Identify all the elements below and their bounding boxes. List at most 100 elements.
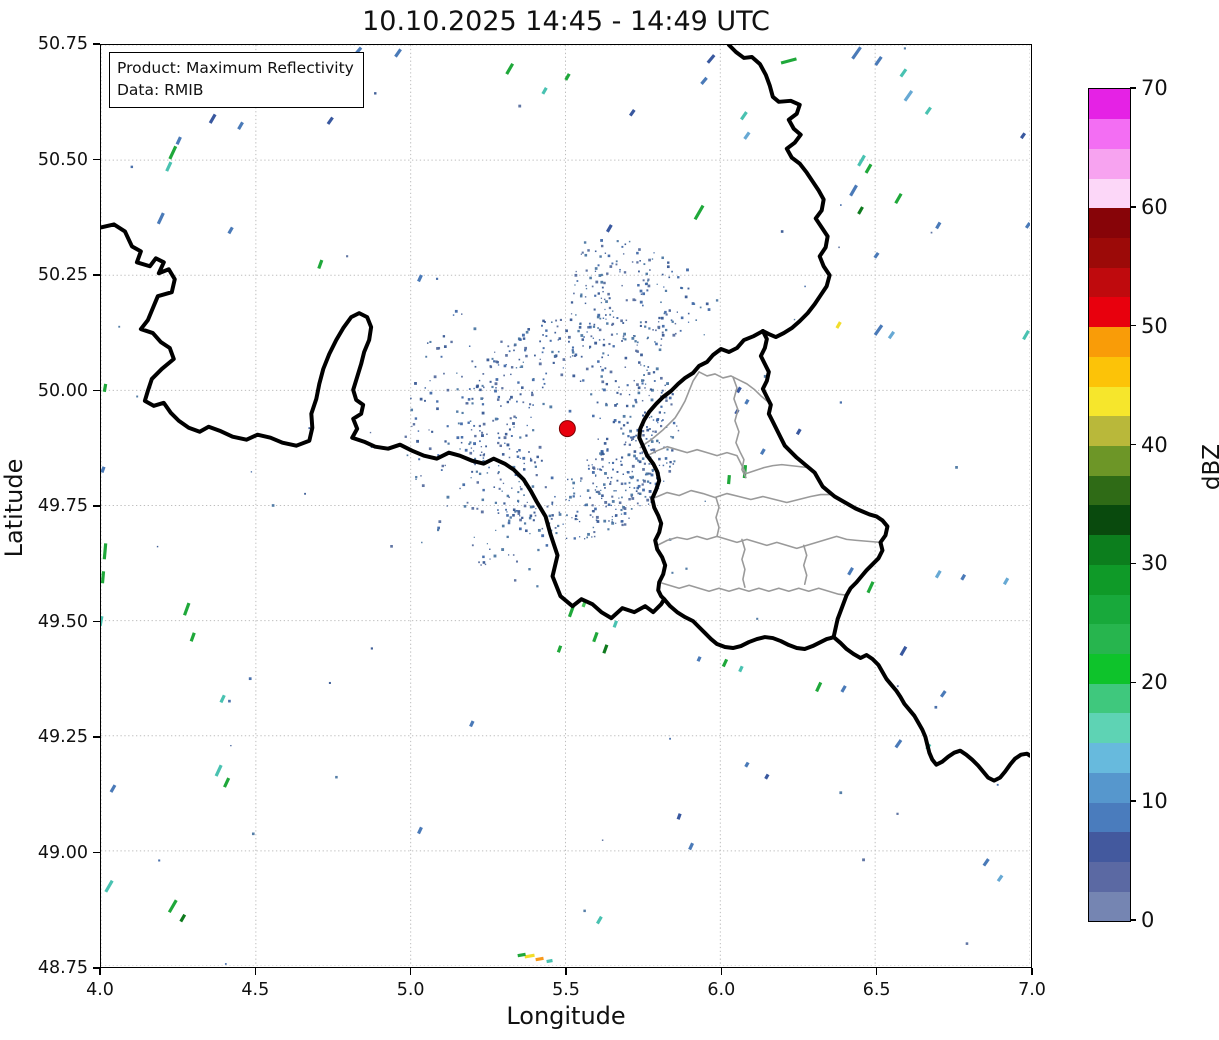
- clutter-dot: [543, 382, 546, 385]
- clutter-dot: [663, 411, 666, 414]
- clutter-dot: [660, 376, 663, 380]
- clutter-dot: [665, 313, 668, 316]
- clutter-dot: [661, 273, 664, 276]
- clutter-dot: [468, 388, 471, 390]
- clutter-dot: [578, 326, 582, 329]
- clutter-dot: [541, 534, 545, 538]
- clutter-dot: [519, 486, 521, 488]
- clutter-dot: [608, 306, 612, 310]
- clutter-dot: [594, 250, 597, 253]
- clutter-dot: [628, 393, 631, 396]
- clutter-dot: [618, 386, 620, 388]
- echo-streak: [873, 324, 884, 336]
- clutter-dot: [456, 436, 460, 440]
- clutter-dot: [646, 428, 650, 432]
- clutter-dot: [930, 231, 933, 234]
- clutter-dot: [705, 302, 709, 306]
- clutter-dot: [554, 331, 557, 334]
- clutter-dot: [656, 439, 659, 443]
- clutter-dot: [610, 333, 614, 336]
- clutter-dot: [623, 512, 627, 515]
- clutter-dot: [606, 476, 609, 479]
- clutter-dot: [660, 424, 663, 428]
- canton-border: [656, 535, 882, 550]
- clutter-dot: [468, 345, 471, 347]
- clutter-dot: [658, 411, 661, 414]
- clutter-dot: [578, 520, 581, 523]
- echo-streak: [744, 761, 750, 768]
- clutter-dot: [437, 529, 440, 532]
- clutter-dot: [669, 737, 671, 740]
- echo-streak: [208, 113, 217, 124]
- clutter-dot: [591, 365, 594, 368]
- clutter-dot: [548, 514, 552, 518]
- clutter-dot: [628, 240, 631, 243]
- clutter-dot: [531, 485, 535, 488]
- clutter-dot: [471, 397, 474, 400]
- x-tick-mark: [409, 968, 412, 975]
- clutter-dot: [506, 400, 510, 404]
- y-tick-label: 49.25: [37, 727, 88, 747]
- colorbar-segment: [1089, 683, 1130, 714]
- clutter-dot: [600, 497, 603, 500]
- echo-streak: [535, 956, 544, 962]
- clutter-dot: [647, 503, 650, 505]
- clutter-dot: [642, 414, 645, 417]
- clutter-dot: [595, 474, 597, 476]
- clutter-dot: [493, 554, 497, 558]
- clutter-dot: [497, 465, 500, 467]
- clutter-dot: [671, 270, 673, 273]
- clutter-dot: [662, 419, 664, 421]
- x-tick-label: 4.0: [86, 980, 114, 1000]
- clutter-dot: [658, 442, 661, 444]
- clutter-dot: [641, 457, 645, 460]
- clutter-dot: [446, 425, 449, 428]
- clutter-dot: [421, 484, 425, 488]
- clutter-dot: [640, 353, 643, 357]
- clutter-dot: [585, 287, 588, 290]
- clutter-dot: [539, 358, 541, 360]
- clutter-dot: [635, 457, 638, 460]
- clutter-dot: [574, 284, 576, 286]
- clutter-dot: [903, 47, 906, 50]
- colorbar-tick-label: 60: [1141, 194, 1168, 219]
- echo-streak: [924, 106, 932, 115]
- clutter-dot: [600, 301, 603, 304]
- clutter-dot: [574, 517, 577, 521]
- clutter-dot: [650, 440, 654, 443]
- clutter-dot: [609, 481, 612, 483]
- clutter-dot: [636, 502, 639, 505]
- echo-streak: [628, 109, 636, 117]
- clutter-dot: [533, 511, 536, 514]
- clutter-dot: [479, 388, 482, 392]
- clutter-dot: [618, 497, 620, 499]
- clutter-dot: [421, 541, 423, 544]
- clutter-dot: [486, 433, 488, 436]
- clutter-dot: [551, 503, 554, 505]
- clutter-dot: [671, 571, 674, 574]
- clutter-dot: [862, 858, 865, 862]
- clutter-dot: [480, 451, 483, 454]
- clutter-dot: [647, 280, 649, 282]
- clutter-dot: [654, 341, 656, 343]
- clutter-dot: [604, 500, 608, 504]
- clutter-dot: [660, 316, 664, 320]
- x-axis-title: Longitude: [506, 1002, 626, 1030]
- clutter-dot: [493, 360, 496, 363]
- clutter-dot: [595, 280, 599, 284]
- clutter-dot: [596, 520, 600, 523]
- clutter-dot: [641, 304, 644, 307]
- clutter-dot: [647, 366, 650, 368]
- echo-streak: [864, 163, 873, 174]
- clutter-dot: [608, 297, 611, 300]
- clutter-dot: [551, 514, 554, 517]
- clutter-dot: [623, 271, 627, 274]
- clutter-dot: [571, 349, 574, 352]
- clutter-dot: [568, 409, 572, 413]
- clutter-dot: [533, 377, 535, 380]
- clutter-dot: [562, 523, 564, 525]
- echo-streak: [780, 57, 797, 65]
- legend-data-line: Data: RMIB: [117, 81, 204, 100]
- clutter-dot: [501, 548, 505, 551]
- clutter-dot: [460, 436, 464, 439]
